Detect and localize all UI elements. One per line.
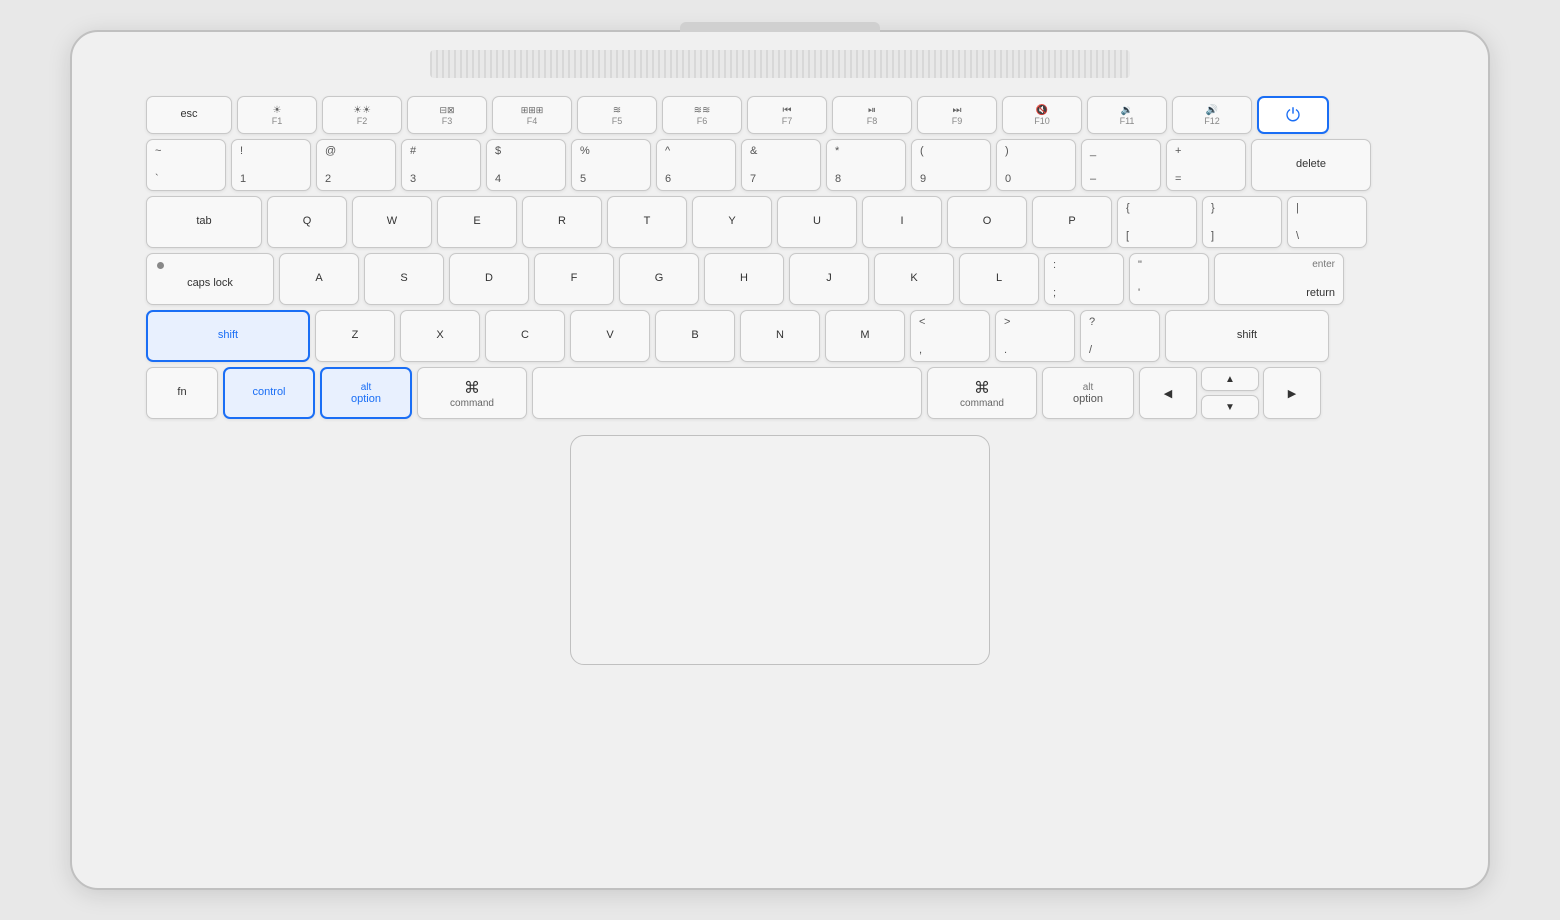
key-equals[interactable]: + = — [1166, 139, 1246, 191]
fn-row: esc ☀ F1 ☀☀ F2 ⊟⊠ F3 ⊞⊞⊞ F4 ≋ F5 — [146, 96, 1414, 134]
key-i[interactable]: I — [862, 196, 942, 248]
key-f10[interactable]: 🔇 F10 — [1002, 96, 1082, 134]
key-arrow-right[interactable]: ▶ — [1263, 367, 1321, 419]
key-1[interactable]: ! 1 — [231, 139, 311, 191]
key-f8[interactable]: ⏯ F8 — [832, 96, 912, 134]
asdf-row: caps lock A S D F G H J — [146, 253, 1414, 305]
key-n[interactable]: N — [740, 310, 820, 362]
key-0[interactable]: ) 0 — [996, 139, 1076, 191]
key-power[interactable]: ⏻ — [1257, 96, 1329, 134]
key-j[interactable]: J — [789, 253, 869, 305]
key-delete[interactable]: delete — [1251, 139, 1371, 191]
key-slash[interactable]: ? / — [1080, 310, 1160, 362]
key-comma[interactable]: < , — [910, 310, 990, 362]
key-f7[interactable]: ⏮ F7 — [747, 96, 827, 134]
key-option-right[interactable]: alt option — [1042, 367, 1134, 419]
key-period[interactable]: > . — [995, 310, 1075, 362]
key-arrow-left[interactable]: ◀ — [1139, 367, 1197, 419]
zxcv-row: shift Z X C V B N M < — [146, 310, 1414, 362]
key-backtick[interactable]: ~ ` — [146, 139, 226, 191]
key-f11[interactable]: 🔉 F11 — [1087, 96, 1167, 134]
key-f12[interactable]: 🔊 F12 — [1172, 96, 1252, 134]
key-t[interactable]: T — [607, 196, 687, 248]
key-backslash[interactable]: | \ — [1287, 196, 1367, 248]
key-s[interactable]: S — [364, 253, 444, 305]
bottom-row: fn control alt option ⌘ command ⌘ comman… — [146, 367, 1414, 419]
key-command-right[interactable]: ⌘ command — [927, 367, 1037, 419]
key-2[interactable]: @ 2 — [316, 139, 396, 191]
key-minus[interactable]: _ – — [1081, 139, 1161, 191]
key-y[interactable]: Y — [692, 196, 772, 248]
key-9[interactable]: ( 9 — [911, 139, 991, 191]
key-f4[interactable]: ⊞⊞⊞ F4 — [492, 96, 572, 134]
key-3[interactable]: # 3 — [401, 139, 481, 191]
key-rbracket[interactable]: } ] — [1202, 196, 1282, 248]
keyboard-area: esc ☀ F1 ☀☀ F2 ⊟⊠ F3 ⊞⊞⊞ F4 ≋ F5 — [140, 90, 1420, 425]
key-z[interactable]: Z — [315, 310, 395, 362]
qwerty-row: tab Q W E R T Y U I — [146, 196, 1414, 248]
laptop-body: esc ☀ F1 ☀☀ F2 ⊟⊠ F3 ⊞⊞⊞ F4 ≋ F5 — [70, 30, 1490, 890]
key-arrow-down[interactable]: ▼ — [1201, 395, 1259, 419]
key-semicolon[interactable]: : ; — [1044, 253, 1124, 305]
bottom-section — [72, 435, 1488, 665]
key-g[interactable]: G — [619, 253, 699, 305]
key-enter[interactable]: enter return — [1214, 253, 1344, 305]
arrow-keys: ◀ ▲ ▼ ▶ — [1139, 367, 1321, 419]
key-c[interactable]: C — [485, 310, 565, 362]
key-arrow-up[interactable]: ▲ — [1201, 367, 1259, 391]
key-capslock[interactable]: caps lock — [146, 253, 274, 305]
key-option-left[interactable]: alt option — [320, 367, 412, 419]
key-l[interactable]: L — [959, 253, 1039, 305]
key-f9[interactable]: ⏭ F9 — [917, 96, 997, 134]
key-5[interactable]: % 5 — [571, 139, 651, 191]
key-h[interactable]: H — [704, 253, 784, 305]
key-d[interactable]: D — [449, 253, 529, 305]
key-v[interactable]: V — [570, 310, 650, 362]
key-u[interactable]: U — [777, 196, 857, 248]
key-f3[interactable]: ⊟⊠ F3 — [407, 96, 487, 134]
key-q[interactable]: Q — [267, 196, 347, 248]
key-7[interactable]: & 7 — [741, 139, 821, 191]
key-f6[interactable]: ≋≋ F6 — [662, 96, 742, 134]
key-a[interactable]: A — [279, 253, 359, 305]
key-control[interactable]: control — [223, 367, 315, 419]
key-lbracket[interactable]: { [ — [1117, 196, 1197, 248]
key-w[interactable]: W — [352, 196, 432, 248]
key-4[interactable]: $ 4 — [486, 139, 566, 191]
key-f2[interactable]: ☀☀ F2 — [322, 96, 402, 134]
key-f[interactable]: F — [534, 253, 614, 305]
key-6[interactable]: ^ 6 — [656, 139, 736, 191]
key-esc[interactable]: esc — [146, 96, 232, 134]
key-quote[interactable]: " ' — [1129, 253, 1209, 305]
key-e[interactable]: E — [437, 196, 517, 248]
key-p[interactable]: P — [1032, 196, 1112, 248]
key-command-left[interactable]: ⌘ command — [417, 367, 527, 419]
key-shift-left[interactable]: shift — [146, 310, 310, 362]
key-spacebar[interactable] — [532, 367, 922, 419]
key-shift-right[interactable]: shift — [1165, 310, 1329, 362]
key-k[interactable]: K — [874, 253, 954, 305]
key-x[interactable]: X — [400, 310, 480, 362]
key-r[interactable]: R — [522, 196, 602, 248]
speaker-grille — [430, 50, 1130, 78]
key-tab[interactable]: tab — [146, 196, 262, 248]
key-b[interactable]: B — [655, 310, 735, 362]
trackpad[interactable] — [570, 435, 990, 665]
key-o[interactable]: O — [947, 196, 1027, 248]
laptop-hinge — [680, 22, 880, 32]
key-8[interactable]: * 8 — [826, 139, 906, 191]
key-f1[interactable]: ☀ F1 — [237, 96, 317, 134]
key-m[interactable]: M — [825, 310, 905, 362]
key-f5[interactable]: ≋ F5 — [577, 96, 657, 134]
number-row: ~ ` ! 1 @ 2 # 3 $ 4 % 5 — [146, 139, 1414, 191]
key-fn[interactable]: fn — [146, 367, 218, 419]
arrow-updown-pair: ▲ ▼ — [1201, 367, 1259, 419]
